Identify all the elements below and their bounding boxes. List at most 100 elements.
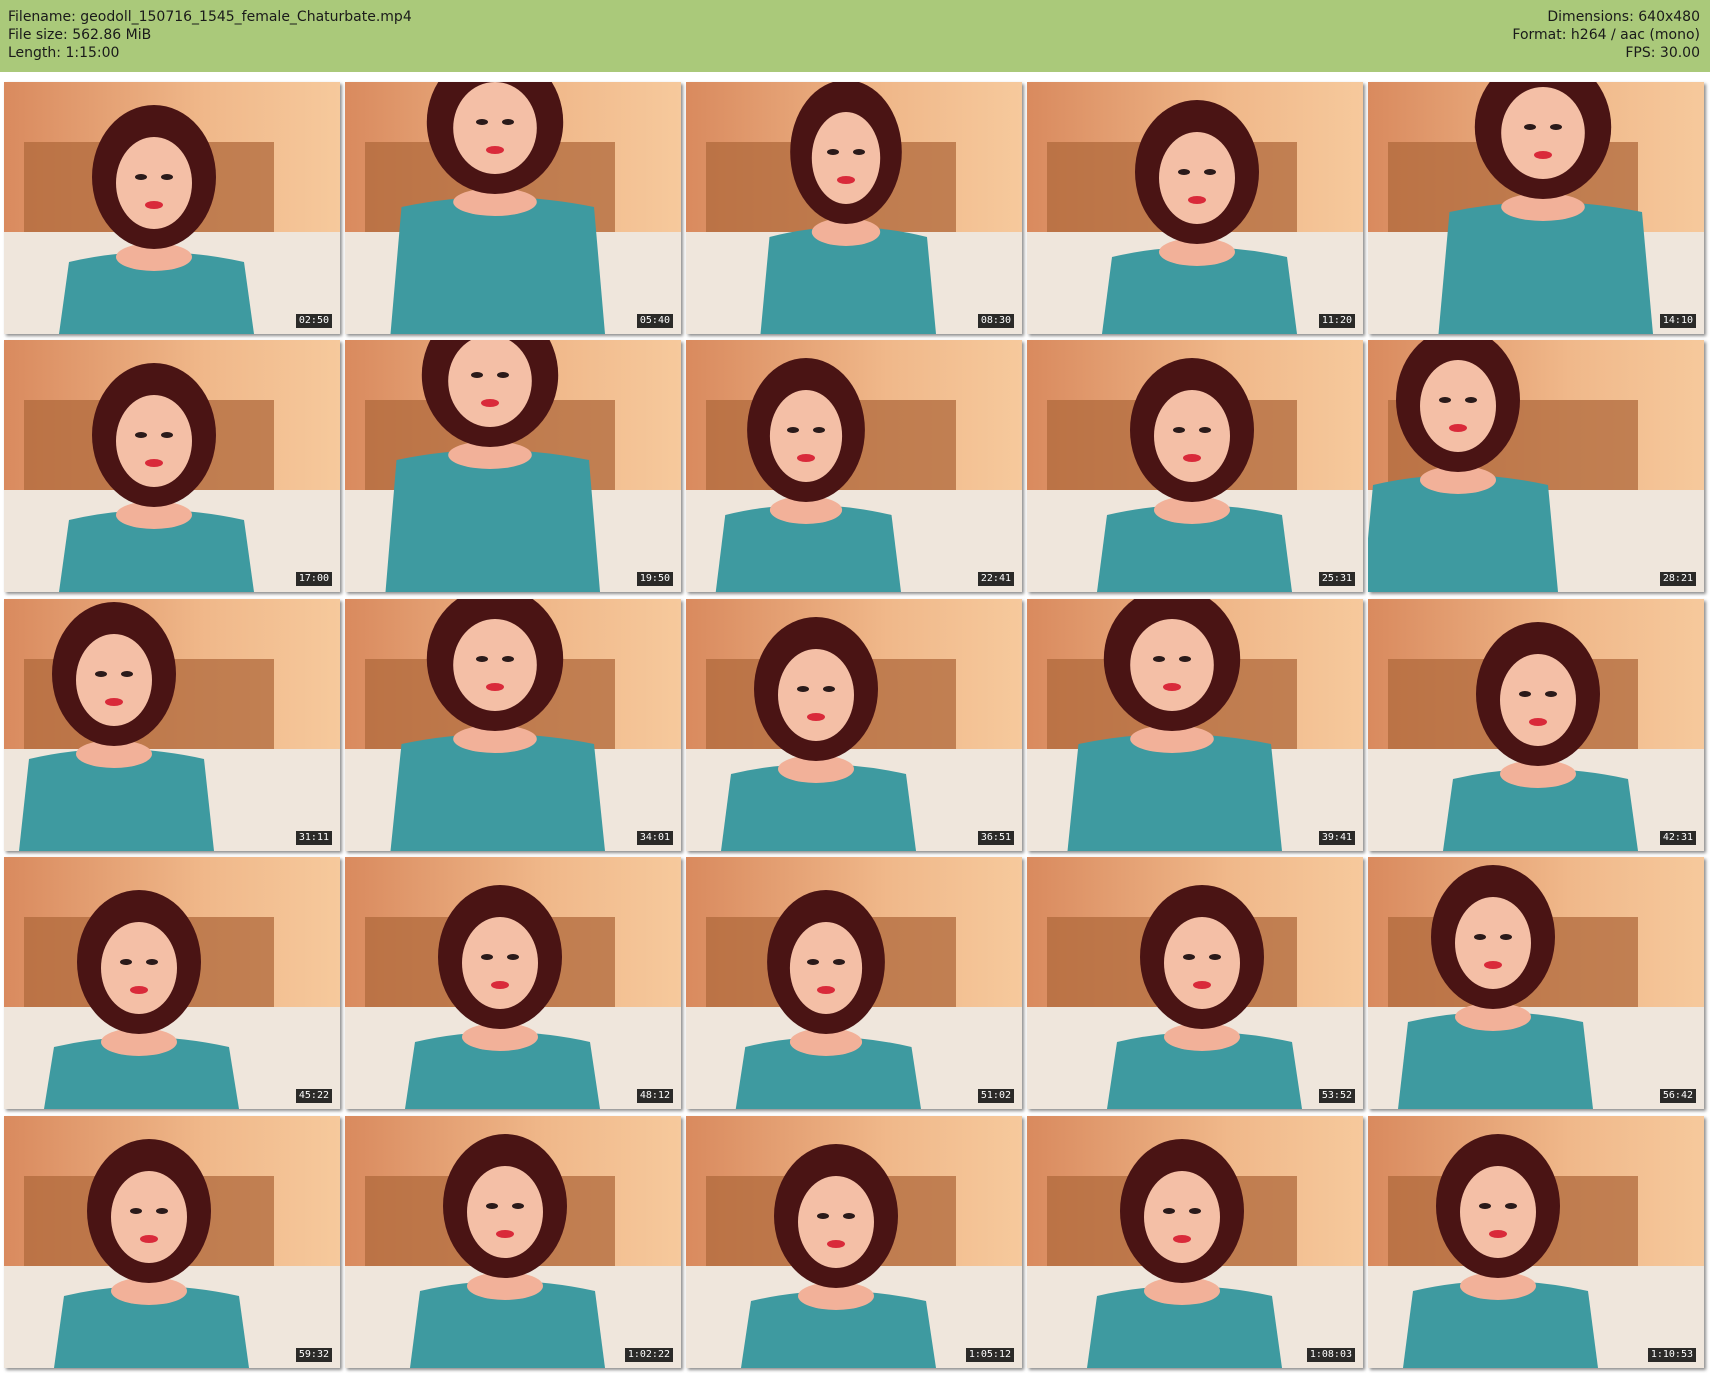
timestamp-badge: 53:52 xyxy=(1318,1089,1355,1104)
video-thumbnail[interactable]: 48:12 xyxy=(345,857,681,1110)
timestamp-badge: 22:41 xyxy=(977,572,1014,587)
video-thumbnail[interactable]: 51:02 xyxy=(686,857,1022,1110)
thumbnail-cell: 59:32 xyxy=(0,1114,341,1372)
filename-text: Filename: geodoll_150716_1545_female_Cha… xyxy=(8,9,412,25)
timestamp-badge: 1:08:03 xyxy=(1306,1347,1355,1362)
frame-image xyxy=(1027,857,1363,1110)
thumbnail-cell: 11:20 xyxy=(1023,80,1364,338)
frame-image xyxy=(686,82,1022,334)
timestamp-badge: 51:02 xyxy=(977,1089,1014,1104)
timestamp-badge: 1:02:22 xyxy=(624,1347,673,1362)
video-thumbnail[interactable]: 31:11 xyxy=(4,598,340,851)
timestamp-badge: 34:01 xyxy=(636,830,673,845)
video-thumbnail[interactable]: 25:31 xyxy=(1027,340,1363,593)
dimensions-text: Dimensions: 640x480 xyxy=(1547,9,1700,25)
thumbnail-cell: 36:51 xyxy=(682,597,1023,855)
frame-image xyxy=(345,598,681,851)
timestamp-badge: 17:00 xyxy=(295,572,332,587)
thumbnail-cell: 1:05:12 xyxy=(682,1114,1023,1372)
thumbnail-cell: 22:41 xyxy=(682,338,1023,596)
video-thumbnail[interactable]: 39:41 xyxy=(1027,598,1363,851)
video-thumbnail[interactable]: 17:00 xyxy=(4,340,340,593)
frame-image xyxy=(4,82,340,334)
video-thumbnail[interactable]: 42:31 xyxy=(1368,598,1704,851)
timestamp-badge: 25:31 xyxy=(1318,572,1355,587)
thumbnail-cell: 1:08:03 xyxy=(1023,1114,1364,1372)
frame-image xyxy=(1368,340,1704,593)
timestamp-badge: 28:21 xyxy=(1659,572,1696,587)
timestamp-badge: 11:20 xyxy=(1318,314,1355,328)
video-thumbnail[interactable]: 45:22 xyxy=(4,857,340,1110)
video-thumbnail[interactable]: 1:02:22 xyxy=(345,1115,681,1368)
thumbnail-cell: 17:00 xyxy=(0,338,341,596)
thumbnail-cell: 19:50 xyxy=(341,338,682,596)
thumbnail-cell: 28:21 xyxy=(1364,338,1705,596)
format-text: Format: h264 / aac (mono) xyxy=(1512,27,1700,43)
frame-image xyxy=(686,598,1022,851)
timestamp-badge: 59:32 xyxy=(295,1347,332,1362)
timestamp-badge: 1:05:12 xyxy=(965,1347,1014,1362)
video-thumbnail[interactable]: 1:08:03 xyxy=(1027,1115,1363,1368)
frame-image xyxy=(1368,82,1704,334)
format-info: Dimensions: 640x480 Format: h264 / aac (… xyxy=(1512,8,1700,62)
frame-image xyxy=(1027,1115,1363,1368)
thumbnail-cell: 1:02:22 xyxy=(341,1114,682,1372)
thumbnail-cell: 31:11 xyxy=(0,597,341,855)
thumbnail-cell: 42:31 xyxy=(1364,597,1705,855)
video-thumbnail[interactable]: 28:21 xyxy=(1368,340,1704,593)
video-thumbnail[interactable]: 14:10 xyxy=(1368,82,1704,334)
video-thumbnail[interactable]: 22:41 xyxy=(686,340,1022,593)
video-thumbnail[interactable]: 02:50 xyxy=(4,82,340,334)
frame-image xyxy=(1368,857,1704,1110)
video-thumbnail[interactable]: 34:01 xyxy=(345,598,681,851)
thumbnail-cell: 48:12 xyxy=(341,855,682,1113)
thumbnail-cell: 05:40 xyxy=(341,80,682,338)
timestamp-badge: 14:10 xyxy=(1659,314,1696,328)
frame-image xyxy=(686,1115,1022,1368)
video-thumbnail[interactable]: 05:40 xyxy=(345,82,681,334)
video-thumbnail[interactable]: 59:32 xyxy=(4,1115,340,1368)
thumbnail-cell: 39:41 xyxy=(1023,597,1364,855)
frame-image xyxy=(686,857,1022,1110)
fps-text: FPS: 30.00 xyxy=(1625,45,1700,61)
frame-image xyxy=(345,1115,681,1368)
thumbnail-cell: 1:10:53 xyxy=(1364,1114,1705,1372)
thumbnail-cell: 02:50 xyxy=(0,80,341,338)
frame-image xyxy=(1027,340,1363,593)
frame-image xyxy=(345,82,681,334)
timestamp-badge: 31:11 xyxy=(295,830,332,845)
thumbnail-cell: 45:22 xyxy=(0,855,341,1113)
file-info: Filename: geodoll_150716_1545_female_Cha… xyxy=(8,8,412,62)
timestamp-badge: 39:41 xyxy=(1318,830,1355,845)
thumbnail-grid: 02:50 05:40 08:30 11:20 14:10 17:00 19:50 22:41… xyxy=(0,80,1705,1372)
video-thumbnail[interactable]: 1:05:12 xyxy=(686,1115,1022,1368)
frame-image xyxy=(1027,598,1363,851)
thumbnail-cell: 25:31 xyxy=(1023,338,1364,596)
thumbnail-cell: 08:30 xyxy=(682,80,1023,338)
timestamp-badge: 45:22 xyxy=(295,1089,332,1104)
video-thumbnail[interactable]: 19:50 xyxy=(345,340,681,593)
video-thumbnail[interactable]: 36:51 xyxy=(686,598,1022,851)
video-thumbnail[interactable]: 53:52 xyxy=(1027,857,1363,1110)
video-thumbnail[interactable]: 11:20 xyxy=(1027,82,1363,334)
timestamp-badge: 02:50 xyxy=(295,314,332,328)
thumbnail-cell: 34:01 xyxy=(341,597,682,855)
timestamp-badge: 42:31 xyxy=(1659,830,1696,845)
thumbnail-cell: 53:52 xyxy=(1023,855,1364,1113)
frame-image xyxy=(4,1115,340,1368)
video-thumbnail[interactable]: 08:30 xyxy=(686,82,1022,334)
frame-image xyxy=(345,857,681,1110)
video-thumbnail[interactable]: 1:10:53 xyxy=(1368,1115,1704,1368)
timestamp-badge: 19:50 xyxy=(636,572,673,587)
thumbnail-cell: 51:02 xyxy=(682,855,1023,1113)
length-text: Length: 1:15:00 xyxy=(8,45,120,61)
timestamp-badge: 08:30 xyxy=(977,314,1014,328)
video-thumbnail[interactable]: 56:42 xyxy=(1368,857,1704,1110)
frame-image xyxy=(686,340,1022,593)
thumbnail-cell: 14:10 xyxy=(1364,80,1705,338)
frame-image xyxy=(345,340,681,593)
timestamp-badge: 05:40 xyxy=(636,314,673,328)
frame-image xyxy=(1027,82,1363,334)
filesize-text: File size: 562.86 MiB xyxy=(8,27,152,43)
frame-image xyxy=(4,857,340,1110)
